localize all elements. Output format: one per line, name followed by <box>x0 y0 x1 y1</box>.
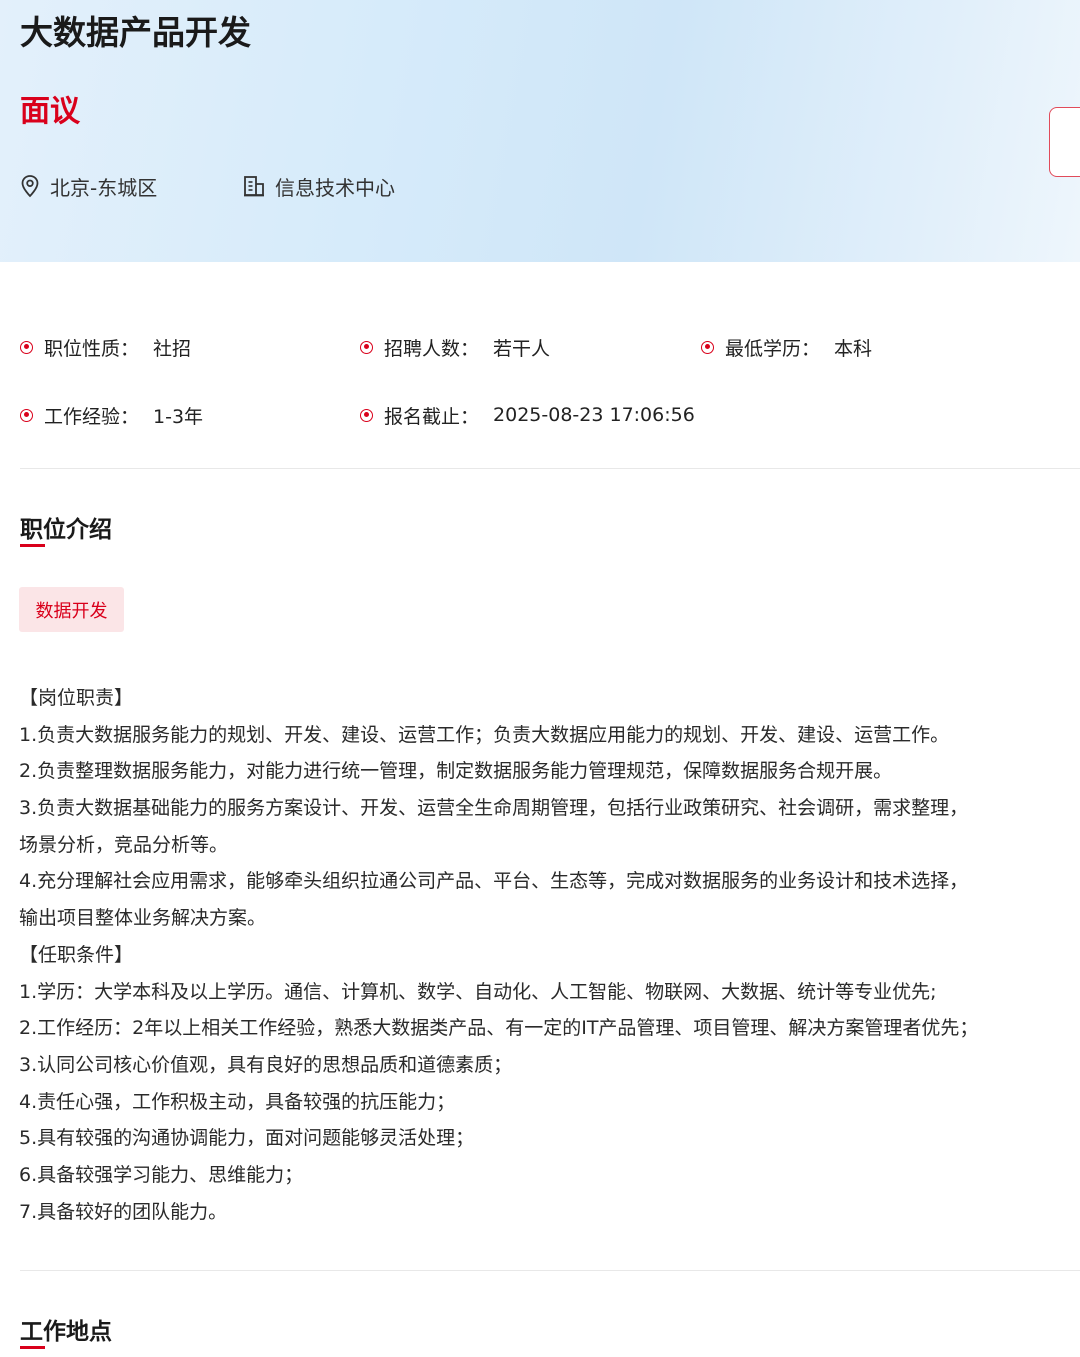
apply-button[interactable] <box>1049 107 1080 177</box>
attr-label: 报名截止： <box>384 405 480 428</box>
section-underline <box>20 1346 45 1349</box>
category-tag[interactable]: 数据开发 <box>19 587 124 632</box>
desc-line: 2.负责整理数据服务能力，对能力进行统一管理，制定数据服务能力管理规范，保障数据… <box>19 760 893 783</box>
attr-label: 工作经验： <box>44 405 140 428</box>
salary: 面议 <box>20 94 80 129</box>
desc-line: 3.负责大数据基础能力的服务方案设计、开发、运营全生命周期管理，包括行业政策研究… <box>19 797 969 820</box>
attr-value: 若干人 <box>493 337 551 360</box>
attr-job-type: 职位性质： 社招 <box>20 333 191 361</box>
section-title-location: 工作地点 <box>20 1319 112 1345</box>
desc-line: 5.具有较强的沟通协调能力，面对问题能够灵活处理； <box>19 1127 475 1150</box>
attr-headcount: 招聘人数： 若干人 <box>360 333 550 361</box>
desc-line: 1.负责大数据服务能力的规划、开发、建设、运营工作；负责大数据应用能力的规划、开… <box>19 723 950 746</box>
divider <box>20 468 1080 469</box>
desc-line: 7.具备较好的团队能力。 <box>19 1200 228 1223</box>
job-department: 信息技术中心 <box>243 172 395 200</box>
desc-line: 【任职条件】 <box>19 943 134 966</box>
job-header: 大数据产品开发 面议 北京-东城区 信息技术中心 <box>0 0 1080 262</box>
attr-value: 社招 <box>153 337 192 360</box>
attr-value: 1-3年 <box>153 405 204 428</box>
attr-deadline: 报名截止： 2025-08-23 17:06:56 <box>360 401 695 429</box>
attr-education: 最低学历： 本科 <box>701 333 872 361</box>
desc-line: 4.充分理解社会应用需求，能够牵头组织拉通公司产品、平台、生态等，完成对数据服务… <box>19 870 969 893</box>
radio-dot-icon <box>360 408 373 422</box>
section-title-intro: 职位介绍 <box>20 517 112 543</box>
location-text: 北京-东城区 <box>50 175 158 200</box>
divider <box>20 1270 1080 1271</box>
attr-value: 2025-08-23 17:06:56 <box>493 404 695 426</box>
desc-line: 6.具备较强学习能力、思维能力； <box>19 1163 304 1186</box>
attr-label: 招聘人数： <box>384 337 480 360</box>
desc-line: 2.工作经历：2年以上相关工作经验，熟悉大数据类产品、有一定的IT产品管理、项目… <box>19 1017 979 1040</box>
attr-value: 本科 <box>834 337 873 360</box>
desc-line: 输出项目整体业务解决方案。 <box>19 907 267 930</box>
section-underline <box>20 544 45 547</box>
desc-line: 1.学历：大学本科及以上学历。通信、计算机、数学、自动化、人工智能、物联网、大数… <box>19 980 937 1003</box>
attr-label: 职位性质： <box>44 337 140 360</box>
desc-line: 3.认同公司核心价值观，具有良好的思想品质和道德素质； <box>19 1053 513 1076</box>
department-text: 信息技术中心 <box>275 175 395 200</box>
job-description: 【岗位职责】 1.负责大数据服务能力的规划、开发、建设、运营工作；负责大数据应用… <box>19 680 1069 1230</box>
radio-dot-icon <box>20 408 33 422</box>
radio-dot-icon <box>360 340 373 354</box>
radio-dot-icon <box>20 340 33 354</box>
desc-line: 4.责任心强，工作积极主动，具备较强的抗压能力； <box>19 1090 456 1113</box>
attr-experience: 工作经验： 1-3年 <box>20 401 203 429</box>
job-title: 大数据产品开发 <box>20 13 251 52</box>
desc-line: 场景分析，竞品分析等。 <box>19 833 229 856</box>
job-location: 北京-东城区 <box>20 172 157 200</box>
building-icon <box>244 176 264 197</box>
location-pin-icon <box>21 175 39 198</box>
desc-line: 【岗位职责】 <box>19 687 134 709</box>
radio-dot-icon <box>701 340 714 354</box>
attr-label: 最低学历： <box>725 337 821 360</box>
